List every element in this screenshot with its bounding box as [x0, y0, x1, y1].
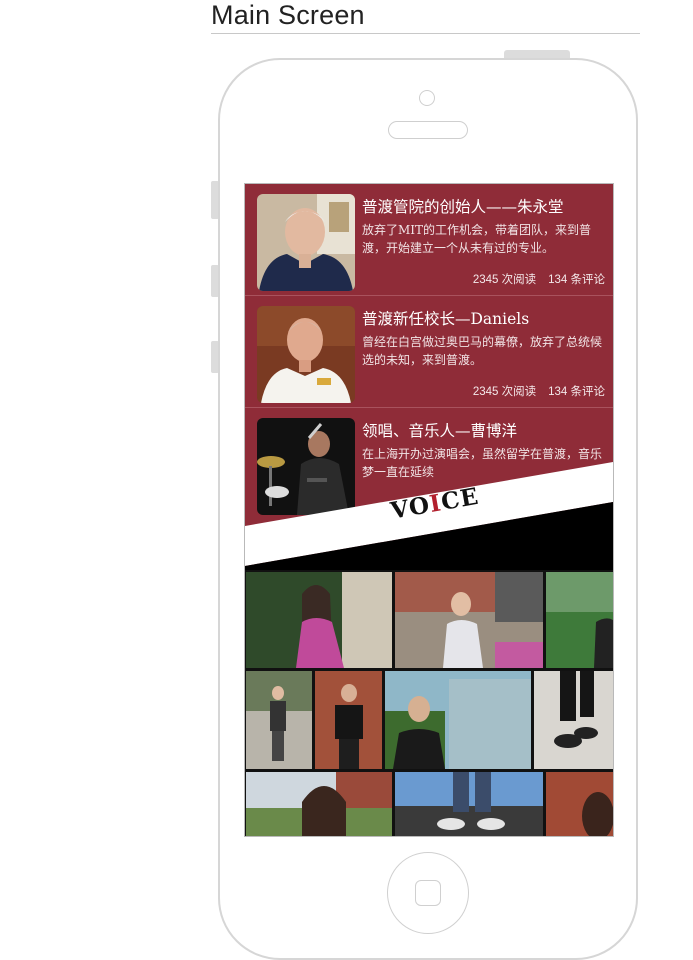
photo-tile[interactable]	[395, 572, 543, 668]
photo-tile[interactable]	[246, 671, 312, 769]
photo-tile[interactable]	[385, 671, 531, 769]
read-count: 2345 次阅读	[472, 274, 537, 286]
photo-tile[interactable]	[246, 772, 392, 836]
photo-tile[interactable]	[315, 671, 382, 769]
home-button-icon[interactable]	[387, 852, 469, 934]
read-count: 2345 次阅读	[472, 386, 537, 398]
article-title[interactable]: 领唱、音乐人—曹博洋	[362, 419, 517, 441]
comment-count[interactable]: 134 条评论	[548, 274, 605, 286]
article-stats: 2345 次阅读 134 条评论	[461, 271, 605, 287]
app-screen: 普渡管院的创始人——朱永堂 放弃了MIT的工作机会，带着团队，来到普渡，开始建立…	[244, 183, 614, 837]
article-card[interactable]: 普渡管院的创始人——朱永堂 放弃了MIT的工作机会，带着团队，来到普渡，开始建立…	[245, 184, 613, 296]
home-square-icon	[415, 880, 441, 906]
speaker-icon	[388, 121, 468, 139]
comment-count[interactable]: 134 条评论	[548, 386, 605, 398]
article-title[interactable]: 普渡新任校长—Daniels	[362, 307, 529, 329]
article-stats: 2345 次阅读 134 条评论	[461, 383, 605, 399]
article-description: 放弃了MIT的工作机会，带着团队，来到普渡，开始建立一个从未有过的专业。	[362, 223, 592, 255]
photo-tile[interactable]	[395, 772, 543, 836]
front-camera-icon	[419, 90, 435, 106]
photo-tile[interactable]	[546, 572, 613, 668]
article-thumbnail	[257, 306, 355, 403]
article-card[interactable]: 普渡新任校长—Daniels 曾经在白宫做过奥巴马的幕僚，放弃了总统候选的未知，…	[245, 296, 613, 408]
photo-tile[interactable]	[534, 671, 613, 769]
article-title[interactable]: 普渡管院的创始人——朱永堂	[362, 195, 564, 217]
photo-tile[interactable]	[246, 572, 392, 668]
title-divider	[211, 33, 640, 34]
article-description: 曾经在白宫做过奥巴马的幕僚，放弃了总统候选的未知，来到普渡。	[362, 335, 603, 367]
photo-grid	[245, 570, 613, 836]
photo-tile[interactable]	[546, 772, 613, 836]
article-thumbnail	[257, 194, 355, 291]
power-button	[504, 50, 570, 58]
page-title: Main Screen	[211, 0, 365, 30]
